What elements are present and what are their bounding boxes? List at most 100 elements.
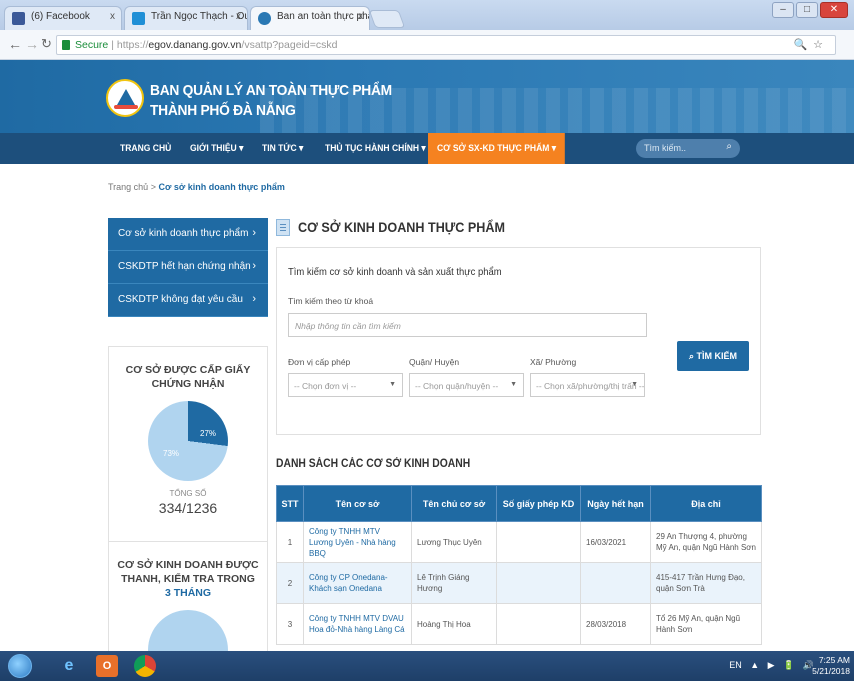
facebook-icon: [12, 12, 25, 25]
cell-address: 415-417 Trần Hưng Đạo, quận Sơn Trà: [650, 562, 762, 604]
site-favicon-icon: [258, 12, 271, 25]
secure-label: Secure: [75, 39, 109, 51]
cell-owner: Lương Thục Uyên: [411, 521, 497, 563]
chrome-icon[interactable]: [134, 655, 156, 677]
col-header-expiry: Ngày hết hạn: [580, 485, 651, 522]
site-title-line1[interactable]: BAN QUẢN LÝ AN TOÀN THỰC PHẨM: [150, 82, 392, 99]
nav-procedures[interactable]: THỦ TỤC HÀNH CHÍNH ▾: [325, 133, 426, 164]
cell-license: [496, 562, 581, 604]
outlook-app-icon[interactable]: O: [96, 655, 118, 677]
caret-down-icon: ▼: [631, 381, 638, 388]
document-icon: [276, 219, 290, 236]
back-arrow-icon[interactable]: ←: [8, 36, 22, 52]
close-icon[interactable]: x: [358, 11, 363, 22]
cell-stt: 1: [276, 521, 304, 563]
sidebar-item-label: CSKDTP không đạt yêu cầu: [118, 294, 243, 305]
url-path: /vsattp?pageid=cskd: [241, 39, 338, 51]
col-header-owner: Tên chủ cơ sở: [411, 485, 497, 522]
zoom-star-icons[interactable]: 🔍☆: [793, 38, 829, 51]
sidebar-item-expired[interactable]: CSKDTP hết hạn chứng nhận ›: [108, 251, 268, 284]
address-toolbar: ← → ↻ Secure | https://egov.danang.gov.v…: [0, 30, 854, 60]
certified-pie-chart[interactable]: 27% 73%: [148, 401, 228, 481]
cell-name-link[interactable]: Công ty CP Onedana-Khách sạn Onedana: [303, 562, 412, 604]
start-button[interactable]: [8, 654, 32, 678]
inspected-box-title: CƠ SỞ KINH DOANH ĐƯỢC THANH, KIỂM TRA TR…: [109, 558, 267, 600]
reload-icon[interactable]: ↻: [41, 36, 52, 52]
site-title-line2[interactable]: THÀNH PHỐ ĐÀ NẴNG: [150, 102, 296, 119]
url-bar[interactable]: Secure | https://egov.danang.gov.vn/vsat…: [56, 35, 836, 55]
tab-facebook[interactable]: (6) Facebook x: [4, 6, 122, 30]
business-table: STT Tên cơ sở Tên chủ cơ sở Số giấy phép…: [276, 485, 762, 645]
filter-label-unit: Đơn vị cấp phép: [288, 357, 351, 367]
minimize-button[interactable]: –: [772, 2, 794, 18]
tab-outlook[interactable]: Trần Ngọc Thạch - Outlo x: [124, 6, 248, 30]
cell-address: Tổ 26 Mỹ An, quận Ngũ Hành Sơn: [650, 603, 762, 645]
tab-food-safety[interactable]: Ban an toàn thực phẩm x: [250, 6, 370, 30]
col-header-name: Tên cơ sở: [303, 485, 412, 522]
close-window-button[interactable]: ✕: [820, 2, 848, 18]
site-search-input[interactable]: Tìm kiếm.. ⌕: [636, 139, 740, 158]
col-header-address: Địa chỉ: [650, 485, 762, 522]
forward-arrow-icon[interactable]: →: [25, 36, 39, 52]
keyword-input[interactable]: Nhập thông tin cần tìm kiếm: [288, 313, 647, 337]
pie-label-certified: 27%: [200, 429, 217, 438]
site-logo-icon[interactable]: [106, 79, 144, 117]
site-search-placeholder: Tìm kiếm..: [644, 143, 686, 153]
cell-address: 29 An Thượng 4, phường Mỹ An, quận Ngũ H…: [650, 521, 762, 563]
filter-label-ward: Xã/ Phường: [530, 357, 577, 367]
url-host: egov.danang.gov.vn: [148, 39, 242, 51]
breadcrumb-home[interactable]: Trang chủ: [108, 182, 148, 192]
ie-icon[interactable]: e: [58, 655, 80, 677]
cell-owner: Hoàng Thị Hoa: [411, 603, 497, 645]
clock-time: 7:25 AM: [818, 655, 850, 665]
sidebar-item-businesses[interactable]: Cơ sở kinh doanh thực phẩm ›: [108, 218, 268, 251]
chevron-right-icon: ›: [252, 293, 256, 305]
keyword-label: Tìm kiếm theo từ khoá: [288, 296, 374, 306]
system-tray[interactable]: EN ▲ ▶ 🔋 🔊: [729, 660, 814, 671]
unit-select[interactable]: -- Chọn đơn vị -- ▼: [288, 373, 403, 397]
ward-select[interactable]: -- Chọn xã/phường/thị trấn -- ▼: [530, 373, 645, 397]
os-taskbar: e O EN ▲ ▶ 🔋 🔊 7:25 AM 5/21/2018: [0, 651, 854, 681]
cell-name-link[interactable]: Công ty TNHH MTV DVAU Hoa đỏ-Nhà hàng Là…: [303, 603, 412, 645]
cell-stt: 3: [276, 603, 304, 645]
breadcrumb-current[interactable]: Cơ sở kinh doanh thực phẩm: [159, 182, 285, 192]
sidebar-item-failed[interactable]: CSKDTP không đạt yêu cầu ›: [108, 284, 268, 317]
clock-date: 5/21/2018: [812, 666, 850, 676]
search-icon: ⌕: [688, 351, 697, 361]
nav-home[interactable]: TRANG CHỦ: [120, 133, 171, 164]
maximize-button[interactable]: □: [796, 2, 818, 18]
search-icon[interactable]: ⌕: [726, 141, 732, 152]
cell-license: [496, 521, 581, 563]
sidebar-menu: Cơ sở kinh doanh thực phẩm › CSKDTP hết …: [108, 218, 268, 317]
breadcrumb: Trang chủ > Cơ sở kinh doanh thực phẩm: [108, 182, 285, 192]
cell-owner: Lê Trịnh Giáng Hương: [411, 562, 497, 604]
table-header-row: STT Tên cơ sở Tên chủ cơ sở Số giấy phép…: [276, 485, 762, 522]
table-row: 1 Công ty TNHH MTV Lương Uyên - Nhà hàng…: [276, 521, 762, 563]
nav-news[interactable]: TIN TỨC ▾: [262, 133, 303, 164]
chevron-right-icon: ›: [252, 260, 256, 272]
search-button[interactable]: ⌕ TÌM KIẾM: [677, 341, 749, 371]
pie-label-uncertified: 73%: [163, 449, 180, 458]
site-header: BAN QUẢN LÝ AN TOÀN THỰC PHẨM THÀNH PHỐ …: [0, 60, 854, 133]
new-tab-button[interactable]: [368, 10, 406, 28]
window-controls: – □ ✕: [772, 2, 848, 18]
clock[interactable]: 7:25 AM 5/21/2018: [812, 655, 850, 677]
district-select[interactable]: -- Chọn quận/huyện -- ▼: [409, 373, 524, 397]
district-select-value: -- Chọn quận/huyện --: [415, 381, 499, 391]
lock-icon: [62, 40, 70, 50]
page-title: CƠ SỞ KINH DOANH THỰC PHẨM: [298, 219, 505, 235]
certified-box-title: CƠ SỞ ĐƯỢC CẤP GIẤY CHỨNG NHẬN: [125, 364, 251, 390]
sidebar-item-label: CSKDTP hết hạn chứng nhận: [118, 261, 251, 272]
close-icon[interactable]: x: [236, 11, 241, 22]
cell-license: [496, 603, 581, 645]
outlook-icon: [132, 12, 145, 25]
close-icon[interactable]: x: [110, 11, 115, 22]
nav-about[interactable]: GIỚI THIỆU ▾: [190, 133, 243, 164]
url-scheme: https://: [116, 39, 149, 51]
cell-name-link[interactable]: Công ty TNHH MTV Lương Uyên - Nhà hàng B…: [303, 521, 412, 563]
tab-label: Trần Ngọc Thạch - Outlo: [151, 11, 247, 22]
col-header-license: Số giấy phép KD: [496, 485, 581, 522]
inspected-stats-box: CƠ SỞ KINH DOANH ĐƯỢC THANH, KIỂM TRA TR…: [108, 542, 268, 681]
inspected-title-highlight: 3 THÁNG: [164, 587, 212, 599]
nav-food-businesses[interactable]: CƠ SỞ SX-KD THỰC PHẨM ▾: [428, 133, 566, 164]
